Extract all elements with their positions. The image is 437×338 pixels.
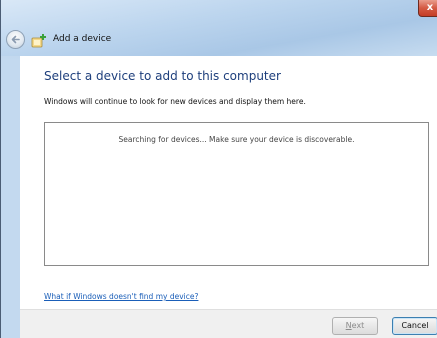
- add-device-icon: [31, 34, 46, 48]
- window-title: Add a device: [53, 34, 112, 44]
- wizard-content: Select a device to add to this computer …: [20, 56, 437, 309]
- next-button-label: ext: [351, 321, 365, 330]
- cancel-button[interactable]: Cancel: [392, 317, 437, 335]
- add-device-window: x Add a device Select a device to add to…: [0, 0, 437, 338]
- searching-status: Searching for devices... Make sure your …: [118, 135, 355, 144]
- device-list[interactable]: Searching for devices... Make sure your …: [44, 122, 429, 266]
- close-button[interactable]: x: [418, 0, 437, 17]
- back-button[interactable]: [6, 30, 25, 49]
- help-link[interactable]: What if Windows doesn't find my device?: [44, 292, 198, 301]
- next-button[interactable]: Next: [332, 317, 378, 335]
- close-icon[interactable]: x: [427, 2, 433, 13]
- wizard-footer: Next Cancel: [20, 309, 437, 338]
- title-bar: x Add a device: [1, 0, 437, 56]
- back-arrow-icon: [11, 35, 20, 44]
- page-description: Windows will continue to look for new de…: [44, 97, 306, 106]
- page-heading: Select a device to add to this computer: [44, 69, 281, 83]
